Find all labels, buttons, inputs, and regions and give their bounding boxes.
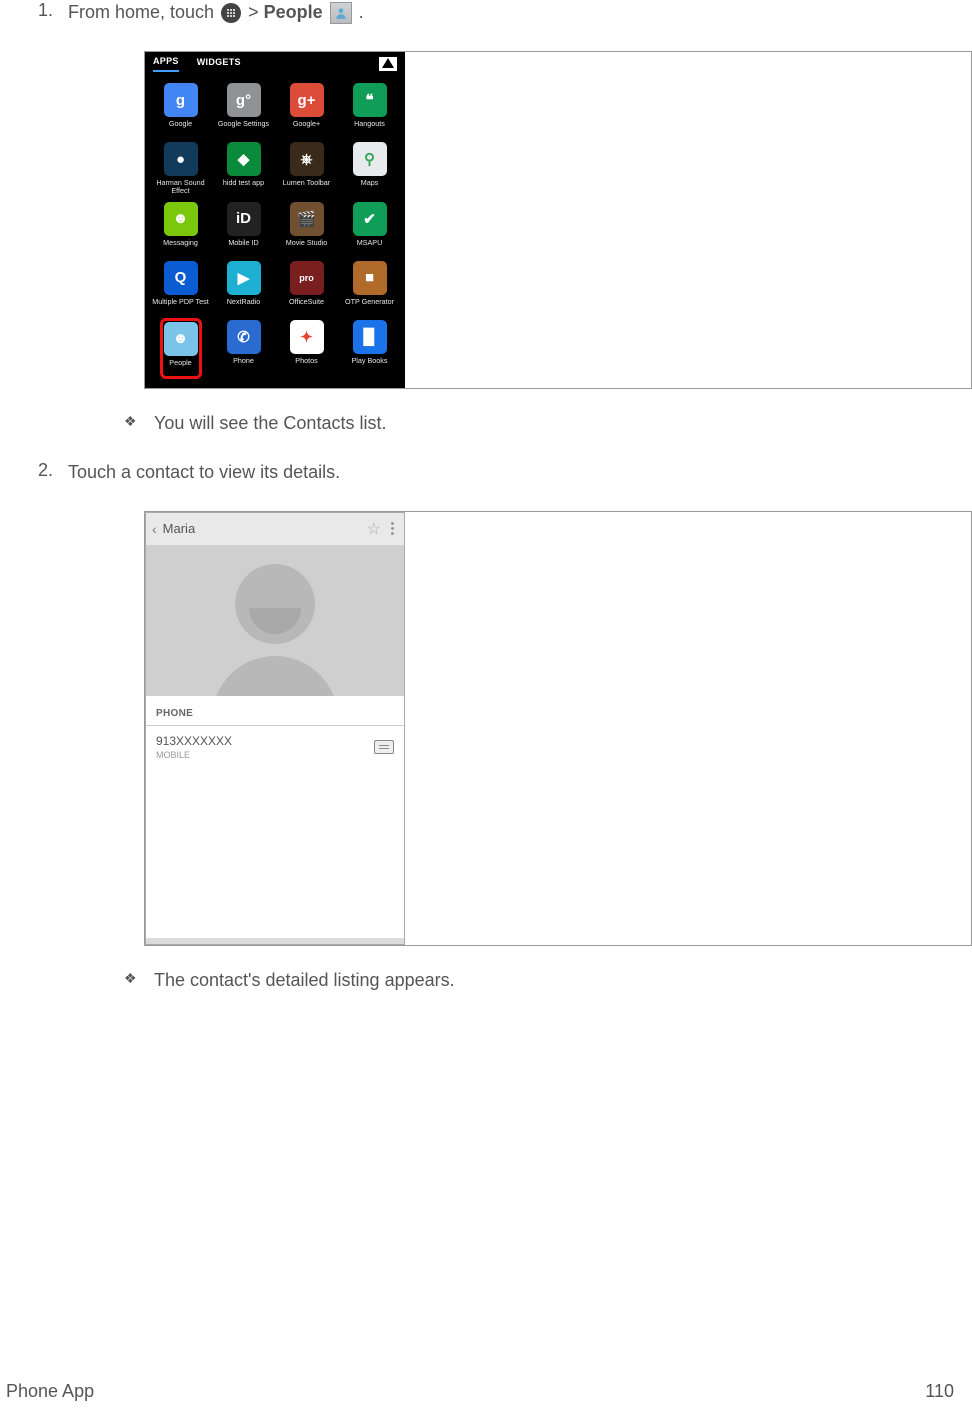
- app-icon: ✆: [227, 320, 261, 354]
- step-number: 1.: [38, 0, 53, 21]
- app-label: Maps: [361, 179, 379, 195]
- app-label: Multiple PDP Test: [152, 298, 208, 314]
- phone-number: 913XXXXXXX: [156, 734, 232, 748]
- app-icon: 🎬: [290, 202, 324, 236]
- app-google-[interactable]: g+ Google+: [275, 82, 338, 137]
- app-icon: pro: [290, 261, 324, 295]
- step-1: 1. From home, touch > People . APPS WIDG…: [0, 0, 972, 434]
- app-icon: ▉: [353, 320, 387, 354]
- app-icon: ☻: [164, 202, 198, 236]
- app-google[interactable]: g Google: [149, 82, 212, 137]
- app-label: OTP Generator: [345, 298, 394, 314]
- app-label: MSAPU: [357, 239, 383, 255]
- app-multiple-pdp-test[interactable]: Q Multiple PDP Test: [149, 260, 212, 315]
- app-icon: ◆: [227, 142, 261, 176]
- app-icon: g: [164, 83, 198, 117]
- app-mobile-id[interactable]: iD Mobile ID: [212, 201, 275, 256]
- apps-icon: [221, 3, 241, 23]
- shop-icon[interactable]: [379, 57, 397, 71]
- tab-apps[interactable]: APPS: [153, 56, 179, 72]
- app-icon: ⚲: [353, 142, 387, 176]
- app-label: OfficeSuite: [289, 298, 324, 314]
- app-label: NextRadio: [227, 298, 261, 314]
- app-icon: Q: [164, 261, 198, 295]
- people-icon: [330, 2, 352, 24]
- app-movie-studio[interactable]: 🎬 Movie Studio: [275, 201, 338, 256]
- phone-type: MOBILE: [156, 750, 232, 760]
- app-label: Movie Studio: [286, 239, 328, 255]
- step1-bold: People: [264, 2, 323, 22]
- app-icon: iD: [227, 202, 261, 236]
- step1-before: From home, touch: [68, 2, 219, 22]
- app-icon: ●: [164, 142, 198, 176]
- app-icon: ❝: [353, 83, 387, 117]
- app-label: People: [164, 359, 198, 375]
- result-bullet-1: You will see the Contacts list.: [68, 413, 972, 434]
- app-photos[interactable]: ✦ Photos: [275, 319, 338, 378]
- app-msapu[interactable]: ✔ MSAPU: [338, 201, 401, 256]
- app-label: Photos: [295, 357, 317, 373]
- app-officesuite[interactable]: pro OfficeSuite: [275, 260, 338, 315]
- step-2: 2. Touch a contact to view its details. …: [0, 460, 972, 991]
- app-messaging[interactable]: ☻ Messaging: [149, 201, 212, 256]
- app-people[interactable]: ☻ People: [149, 319, 212, 378]
- step-number: 2.: [38, 460, 53, 481]
- app-google-settings[interactable]: g° Google Settings: [212, 82, 275, 137]
- overflow-menu-icon[interactable]: [387, 522, 398, 535]
- avatar: [146, 546, 404, 696]
- back-icon[interactable]: ‹: [152, 521, 157, 537]
- drawer-tabs: APPS WIDGETS: [145, 52, 405, 78]
- app-otp-generator[interactable]: ■ OTP Generator: [338, 260, 401, 315]
- step1-mid: >: [248, 2, 264, 22]
- app-icon: ■: [353, 261, 387, 295]
- step-2-text: Touch a contact to view its details.: [68, 462, 340, 482]
- app-label: Play Books: [352, 357, 388, 373]
- screenshot-contact-detail: ‹ Maria ☆ PHONE 913XX: [144, 511, 972, 946]
- app-icon: ⎈: [290, 142, 324, 176]
- app-play-books[interactable]: ▉ Play Books: [338, 319, 401, 378]
- app-label: Messaging: [163, 239, 198, 255]
- app-harman-sound-effect[interactable]: ● Harman Sound Effect: [149, 141, 212, 197]
- app-label: Google: [169, 120, 192, 136]
- app-maps[interactable]: ⚲ Maps: [338, 141, 401, 197]
- app-label: hidd test app: [223, 179, 264, 195]
- app-nextradio[interactable]: ▶ NextRadio: [212, 260, 275, 315]
- page-footer: Phone App 110: [0, 1381, 972, 1402]
- app-label: Mobile ID: [228, 239, 258, 255]
- app-icon: ▶: [227, 261, 261, 295]
- app-phone[interactable]: ✆ Phone: [212, 319, 275, 378]
- result-bullet-2: The contact's detailed listing appears.: [68, 970, 972, 991]
- app-label: Phone: [233, 357, 254, 373]
- footer-left: Phone App: [6, 1381, 94, 1402]
- app-label: Google Settings: [218, 120, 269, 136]
- step-1-text: From home, touch > People .: [68, 2, 364, 22]
- app-label: Google+: [293, 120, 320, 136]
- section-phone-label: PHONE: [146, 696, 404, 725]
- star-icon[interactable]: ☆: [367, 519, 381, 539]
- contact-name: Maria: [163, 521, 196, 536]
- app-icon: g°: [227, 83, 261, 117]
- app-icon: ✦: [290, 320, 324, 354]
- app-label: Lumen Toolbar: [283, 179, 330, 195]
- sms-icon[interactable]: [374, 740, 394, 754]
- footer-right: 110: [925, 1381, 954, 1402]
- app-icon: ✔: [353, 202, 387, 236]
- app-hangouts[interactable]: ❝ Hangouts: [338, 82, 401, 137]
- tab-widgets[interactable]: WIDGETS: [197, 57, 241, 71]
- step1-after: .: [359, 2, 364, 22]
- app-label: Harman Sound Effect: [152, 179, 210, 196]
- app-hidd-test-app[interactable]: ◆ hidd test app: [212, 141, 275, 197]
- app-lumen-toolbar[interactable]: ⎈ Lumen Toolbar: [275, 141, 338, 197]
- phone-row[interactable]: 913XXXXXXX MOBILE: [146, 726, 404, 768]
- app-icon: ☻: [164, 322, 198, 356]
- app-icon: g+: [290, 83, 324, 117]
- screenshot-app-drawer: APPS WIDGETS g Google g° Google Settings g+ G…: [144, 51, 972, 389]
- app-label: Hangouts: [354, 120, 385, 136]
